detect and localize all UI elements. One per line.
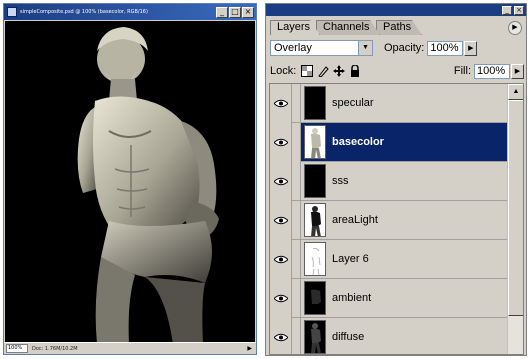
document-window: simpleComposite.psd @ 100% (basecolor, R… — [3, 3, 257, 355]
layer-name: diffuse — [332, 331, 365, 343]
layer-name: areaLight — [332, 214, 378, 226]
layer-row-specular[interactable]: specular — [270, 84, 508, 123]
opacity-label: Opacity: — [384, 42, 425, 54]
chevron-down-icon[interactable]: ▼ — [358, 41, 372, 55]
layer-thumbnail — [304, 320, 326, 354]
triangle-right-icon[interactable]: ▶ — [247, 345, 252, 352]
palette-close-button[interactable]: × — [514, 5, 524, 15]
document-info[interactable]: Doc: 1.76M/10.2M — [32, 346, 243, 352]
layers-list: specular basecolor sss areaLight Layer 6… — [269, 83, 524, 355]
tab-channels[interactable]: Channels — [316, 20, 380, 35]
maximize-button[interactable]: □ — [229, 6, 241, 18]
lock-all-icon[interactable] — [348, 65, 361, 78]
layer-row-sss[interactable]: sss — [270, 161, 508, 201]
eye-icon[interactable] — [270, 278, 292, 318]
document-status-bar: 100% Doc: 1.76M/10.2M ▶ — [4, 342, 256, 354]
fill-label: Fill: — [453, 65, 471, 77]
link-cell[interactable] — [292, 278, 301, 318]
document-title: simpleComposite.psd @ 100% (basecolor, R… — [20, 9, 148, 15]
document-titlebar[interactable]: simpleComposite.psd @ 100% (basecolor, R… — [4, 4, 256, 20]
link-cell[interactable] — [292, 200, 301, 240]
lock-label: Lock: — [270, 65, 297, 77]
palette-tabs: Layers Channels Paths ▶ — [266, 17, 526, 35]
layer-thumbnail — [304, 164, 326, 198]
layer-row-arealight[interactable]: areaLight — [270, 200, 508, 240]
statue-image — [77, 27, 219, 344]
layer-name: Layer 6 — [332, 253, 369, 265]
layer-name: sss — [332, 175, 349, 187]
eye-icon[interactable] — [270, 239, 292, 279]
eye-icon[interactable] — [270, 84, 292, 123]
layer-name: specular — [332, 97, 374, 109]
blend-mode-select[interactable]: Overlay ▼ — [270, 40, 373, 56]
link-cell[interactable] — [292, 84, 301, 123]
layer-row-diffuse[interactable]: diffuse — [270, 317, 508, 354]
link-cell[interactable] — [292, 161, 301, 201]
layers-scrollbar[interactable]: ▲ — [507, 84, 523, 354]
layer-name: basecolor — [332, 136, 384, 148]
document-icon — [7, 7, 17, 17]
link-cell[interactable] — [292, 122, 301, 162]
layer-row-ambient[interactable]: ambient — [270, 278, 508, 318]
scroll-thumb[interactable] — [508, 100, 523, 316]
palette-menu-icon[interactable]: ▶ — [508, 21, 522, 35]
layer-thumbnail — [304, 86, 326, 120]
blend-mode-value: Overlay — [274, 42, 312, 54]
blend-row: Overlay ▼ Opacity: 100% ▶ — [270, 39, 524, 57]
layer-thumbnail — [304, 125, 326, 159]
eye-icon[interactable] — [270, 317, 292, 354]
layer-thumbnail — [304, 203, 326, 237]
layer-thumbnail — [304, 281, 326, 315]
tab-paths[interactable]: Paths — [376, 20, 422, 35]
layer-thumbnail — [304, 242, 326, 276]
layers-palette: _ × Layers Channels Paths ▶ Overlay ▼ Op… — [265, 3, 527, 356]
close-button[interactable]: × — [242, 6, 254, 18]
minimize-button[interactable]: _ — [216, 6, 228, 18]
document-canvas[interactable] — [5, 21, 255, 344]
fill-field[interactable]: 100% — [474, 63, 510, 79]
lock-position-icon[interactable] — [332, 65, 345, 78]
lock-image-pixels-icon[interactable] — [316, 65, 329, 78]
link-cell[interactable] — [292, 317, 301, 354]
eye-icon[interactable] — [270, 122, 292, 162]
layer-row-basecolor[interactable]: basecolor — [270, 122, 508, 162]
tab-layers[interactable]: Layers — [270, 20, 320, 35]
palette-minimize-button[interactable]: _ — [502, 5, 512, 15]
palette-titlebar[interactable]: _ × — [266, 4, 526, 16]
link-cell[interactable] — [292, 239, 301, 279]
zoom-field[interactable]: 100% — [6, 344, 28, 353]
layer-name: ambient — [332, 292, 372, 304]
lock-transparent-pixels-icon[interactable] — [300, 65, 313, 78]
opacity-field[interactable]: 100% — [427, 40, 464, 56]
opacity-slider-arrow-icon[interactable]: ▶ — [464, 40, 478, 56]
fill-slider-arrow-icon[interactable]: ▶ — [511, 63, 524, 79]
scroll-up-button[interactable]: ▲ — [508, 84, 523, 100]
lock-row: Lock: Fill: 100% ▶ — [270, 62, 524, 80]
eye-icon[interactable] — [270, 200, 292, 240]
layer-row-layer-6[interactable]: Layer 6 — [270, 239, 508, 279]
eye-icon[interactable] — [270, 161, 292, 201]
